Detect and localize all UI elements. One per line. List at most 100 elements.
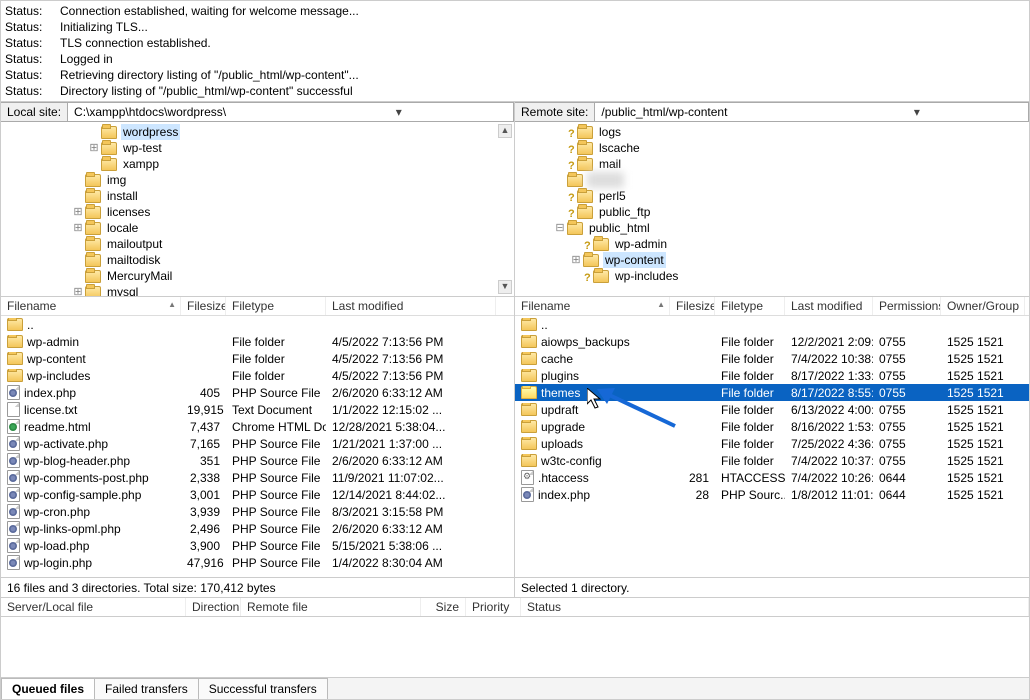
col-filesize[interactable]: Filesize <box>181 297 226 315</box>
tree-node[interactable]: wp-admin <box>515 236 1029 252</box>
tree-expander[interactable]: ⊞ <box>87 140 101 156</box>
tree-node[interactable]: logs <box>515 124 1029 140</box>
tree-expander[interactable]: ⊞ <box>569 252 583 268</box>
queue-header[interactable]: Server/Local file Direction Remote file … <box>1 597 1029 617</box>
remote-path-combo[interactable]: /public_html/wp-content ▾ <box>595 103 1029 121</box>
col-remote-file[interactable]: Remote file <box>241 598 421 616</box>
file-row[interactable]: .. <box>515 316 1029 333</box>
file-row[interactable]: index.php28PHP Sourc...1/8/2012 11:01:..… <box>515 486 1029 503</box>
tree-node[interactable]: public_ftp <box>515 204 1029 220</box>
tree-node[interactable]: MercuryMail <box>1 268 514 284</box>
cell-filetype: File folder <box>715 403 785 417</box>
col-filetype[interactable]: Filetype <box>715 297 785 315</box>
file-row[interactable]: wp-cron.php3,939PHP Source File8/3/2021 … <box>1 503 514 520</box>
local-path-combo[interactable]: C:\xampp\htdocs\wordpress\ ▾ <box>68 103 514 121</box>
col-owner-group[interactable]: Owner/Group <box>941 297 1025 315</box>
tree-expander[interactable]: ⊞ <box>71 220 85 236</box>
tab-successful-transfers[interactable]: Successful transfers <box>198 678 328 699</box>
file-row[interactable]: wp-activate.php7,165PHP Source File1/21/… <box>1 435 514 452</box>
tree-node[interactable]: perl5 <box>515 188 1029 204</box>
tree-node[interactable]: install <box>1 188 514 204</box>
remote-file-list[interactable]: ..aiowps_backupsFile folder12/2/2021 2:0… <box>515 316 1029 577</box>
folder-icon <box>85 222 101 235</box>
local-list-header[interactable]: Filename▲ Filesize Filetype Last modifie… <box>1 297 514 316</box>
local-file-list[interactable]: ..wp-adminFile folder4/5/2022 7:13:56 PM… <box>1 316 514 577</box>
file-row[interactable]: .htaccess281HTACCESS ...7/4/2022 10:26:.… <box>515 469 1029 486</box>
file-row[interactable]: wp-contentFile folder4/5/2022 7:13:56 PM <box>1 350 514 367</box>
file-row[interactable]: wp-blog-header.php351PHP Source File2/6/… <box>1 452 514 469</box>
file-row[interactable]: cacheFile folder7/4/2022 10:38:...075515… <box>515 350 1029 367</box>
col-priority[interactable]: Priority <box>466 598 521 616</box>
file-row[interactable]: upgradeFile folder8/16/2022 1:53:...0755… <box>515 418 1029 435</box>
tree-node[interactable]: ⊞locale <box>1 220 514 236</box>
folder-icon <box>85 206 101 219</box>
file-row[interactable]: wp-adminFile folder4/5/2022 7:13:56 PM <box>1 333 514 350</box>
tree-node[interactable]: mailoutput <box>1 236 514 252</box>
chevron-down-icon[interactable]: ▾ <box>812 105 1022 119</box>
cell-filetype: File folder <box>226 335 326 349</box>
tab-failed-transfers[interactable]: Failed transfers <box>94 678 199 699</box>
php-file-icon <box>7 470 20 485</box>
col-size[interactable]: Size <box>421 598 466 616</box>
scroll-down-icon[interactable]: ▼ <box>498 280 512 294</box>
file-row[interactable]: updraftFile folder6/13/2022 4:00:...0755… <box>515 401 1029 418</box>
tree-node[interactable]: ⊞wp-test <box>1 140 514 156</box>
tree-node[interactable]: ⊞ mysql <box>1 284 514 297</box>
remote-list-header[interactable]: Filename▲ Filesize Filetype Last modifie… <box>515 297 1029 316</box>
col-last-modified[interactable]: Last modified <box>326 297 496 315</box>
local-tree[interactable]: ▲ ▼ wordpress⊞wp-testxamppimginstall⊞lic… <box>1 122 514 297</box>
cell-filetype: HTACCESS ... <box>715 471 785 485</box>
file-row[interactable]: uploadsFile folder7/25/2022 4:36:...0755… <box>515 435 1029 452</box>
tree-node[interactable] <box>515 172 1029 188</box>
col-direction[interactable]: Direction <box>186 598 241 616</box>
tree-node[interactable]: img <box>1 172 514 188</box>
cell-filetype: File folder <box>715 386 785 400</box>
folder-icon <box>577 206 593 219</box>
folder-icon <box>85 286 101 298</box>
chevron-down-icon[interactable]: ▾ <box>291 105 507 119</box>
queue-list[interactable] <box>1 617 1029 677</box>
tree-expander[interactable]: ⊞ <box>71 204 85 220</box>
file-row[interactable]: readme.html7,437Chrome HTML Do...12/28/2… <box>1 418 514 435</box>
file-row[interactable]: .. <box>1 316 514 333</box>
cell-last-modified: 12/2/2021 2:09:... <box>785 335 873 349</box>
file-row[interactable]: wp-config-sample.php3,001PHP Source File… <box>1 486 514 503</box>
col-permissions[interactable]: Permissions <box>873 297 941 315</box>
tree-node[interactable]: wp-includes <box>515 268 1029 284</box>
file-row[interactable]: license.txt19,915Text Document1/1/2022 1… <box>1 401 514 418</box>
tree-label: mailoutput <box>105 236 164 252</box>
file-row[interactable]: aiowps_backupsFile folder12/2/2021 2:09:… <box>515 333 1029 350</box>
folder-icon <box>521 420 537 433</box>
col-server-local[interactable]: Server/Local file <box>1 598 186 616</box>
col-last-modified[interactable]: Last modified <box>785 297 873 315</box>
tree-node[interactable]: lscache <box>515 140 1029 156</box>
folder-icon <box>7 318 23 331</box>
cell-filetype: PHP Sourc... <box>715 488 785 502</box>
col-filetype[interactable]: Filetype <box>226 297 326 315</box>
col-status[interactable]: Status <box>521 598 1029 616</box>
tab-queued-files[interactable]: Queued files <box>1 678 95 699</box>
tree-node[interactable]: mail <box>515 156 1029 172</box>
file-row[interactable]: themesFile folder8/17/2022 8:55:...07551… <box>515 384 1029 401</box>
file-row[interactable]: wp-load.php3,900PHP Source File5/15/2021… <box>1 537 514 554</box>
col-filesize[interactable]: Filesize <box>670 297 715 315</box>
file-row[interactable]: w3tc-configFile folder7/4/2022 10:37:...… <box>515 452 1029 469</box>
cell-owner-group: 1525 1521 <box>941 454 1025 468</box>
file-row[interactable]: index.php405PHP Source File2/6/2020 6:33… <box>1 384 514 401</box>
tree-node[interactable]: mailtodisk <box>1 252 514 268</box>
file-row[interactable]: wp-includesFile folder4/5/2022 7:13:56 P… <box>1 367 514 384</box>
file-row[interactable]: pluginsFile folder8/17/2022 1:33:...0755… <box>515 367 1029 384</box>
tree-node[interactable]: xampp <box>1 156 514 172</box>
tree-node[interactable]: ⊞licenses <box>1 204 514 220</box>
file-row[interactable]: wp-login.php47,916PHP Source File1/4/202… <box>1 554 514 571</box>
scroll-up-icon[interactable]: ▲ <box>498 124 512 138</box>
file-row[interactable]: wp-links-opml.php2,496PHP Source File2/6… <box>1 520 514 537</box>
tree-node[interactable]: ⊟public_html <box>515 220 1029 236</box>
file-row[interactable]: wp-comments-post.php2,338PHP Source File… <box>1 469 514 486</box>
tree-node[interactable]: ⊞wp-content <box>515 252 1029 268</box>
tree-label: mysql <box>105 284 140 297</box>
remote-tree[interactable]: logslscachemail perl5public_ftp⊟public_h… <box>515 122 1029 297</box>
tree-node[interactable]: wordpress <box>1 124 514 140</box>
tree-expander[interactable]: ⊞ <box>71 284 85 297</box>
tree-expander[interactable]: ⊟ <box>553 220 567 236</box>
